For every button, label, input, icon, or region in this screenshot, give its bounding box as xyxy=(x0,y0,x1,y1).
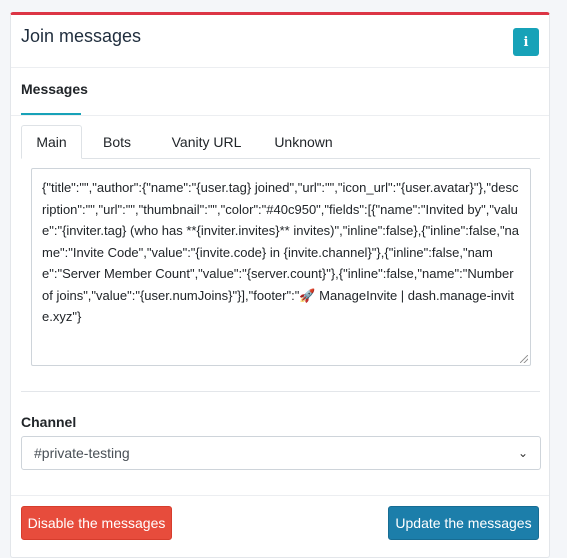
channel-select[interactable]: #private-testing ⌄ xyxy=(21,436,541,470)
channel-selected-value: #private-testing xyxy=(34,445,130,461)
join-messages-card: Join messages i Messages Main Bots Vanit… xyxy=(10,12,550,558)
card-title: Join messages xyxy=(21,26,142,46)
disable-messages-button[interactable]: Disable the messages xyxy=(21,506,172,540)
update-messages-button[interactable]: Update the messages xyxy=(388,506,539,540)
card-header: Join messages i xyxy=(11,15,549,68)
resize-grip-icon[interactable] xyxy=(520,355,528,363)
chevron-down-icon: ⌄ xyxy=(517,446,528,460)
message-tabs: Main Bots Vanity URL Unknown xyxy=(21,125,540,159)
divider xyxy=(21,391,540,392)
tab-main[interactable]: Main xyxy=(21,125,82,159)
messages-section-label: Messages xyxy=(21,81,88,97)
message-json-textarea[interactable]: {"title":"","author":{"name":"{user.tag}… xyxy=(31,168,531,366)
tab-unknown[interactable]: Unknown xyxy=(265,125,342,158)
channel-label: Channel xyxy=(21,414,77,430)
section-divider xyxy=(11,115,549,116)
tab-bots[interactable]: Bots xyxy=(89,125,145,158)
tab-vanity-url[interactable]: Vanity URL xyxy=(158,125,255,158)
footer-divider xyxy=(11,495,549,496)
message-json-text: {"title":"","author":{"name":"{user.tag}… xyxy=(42,180,520,324)
info-button[interactable]: i xyxy=(513,28,539,56)
